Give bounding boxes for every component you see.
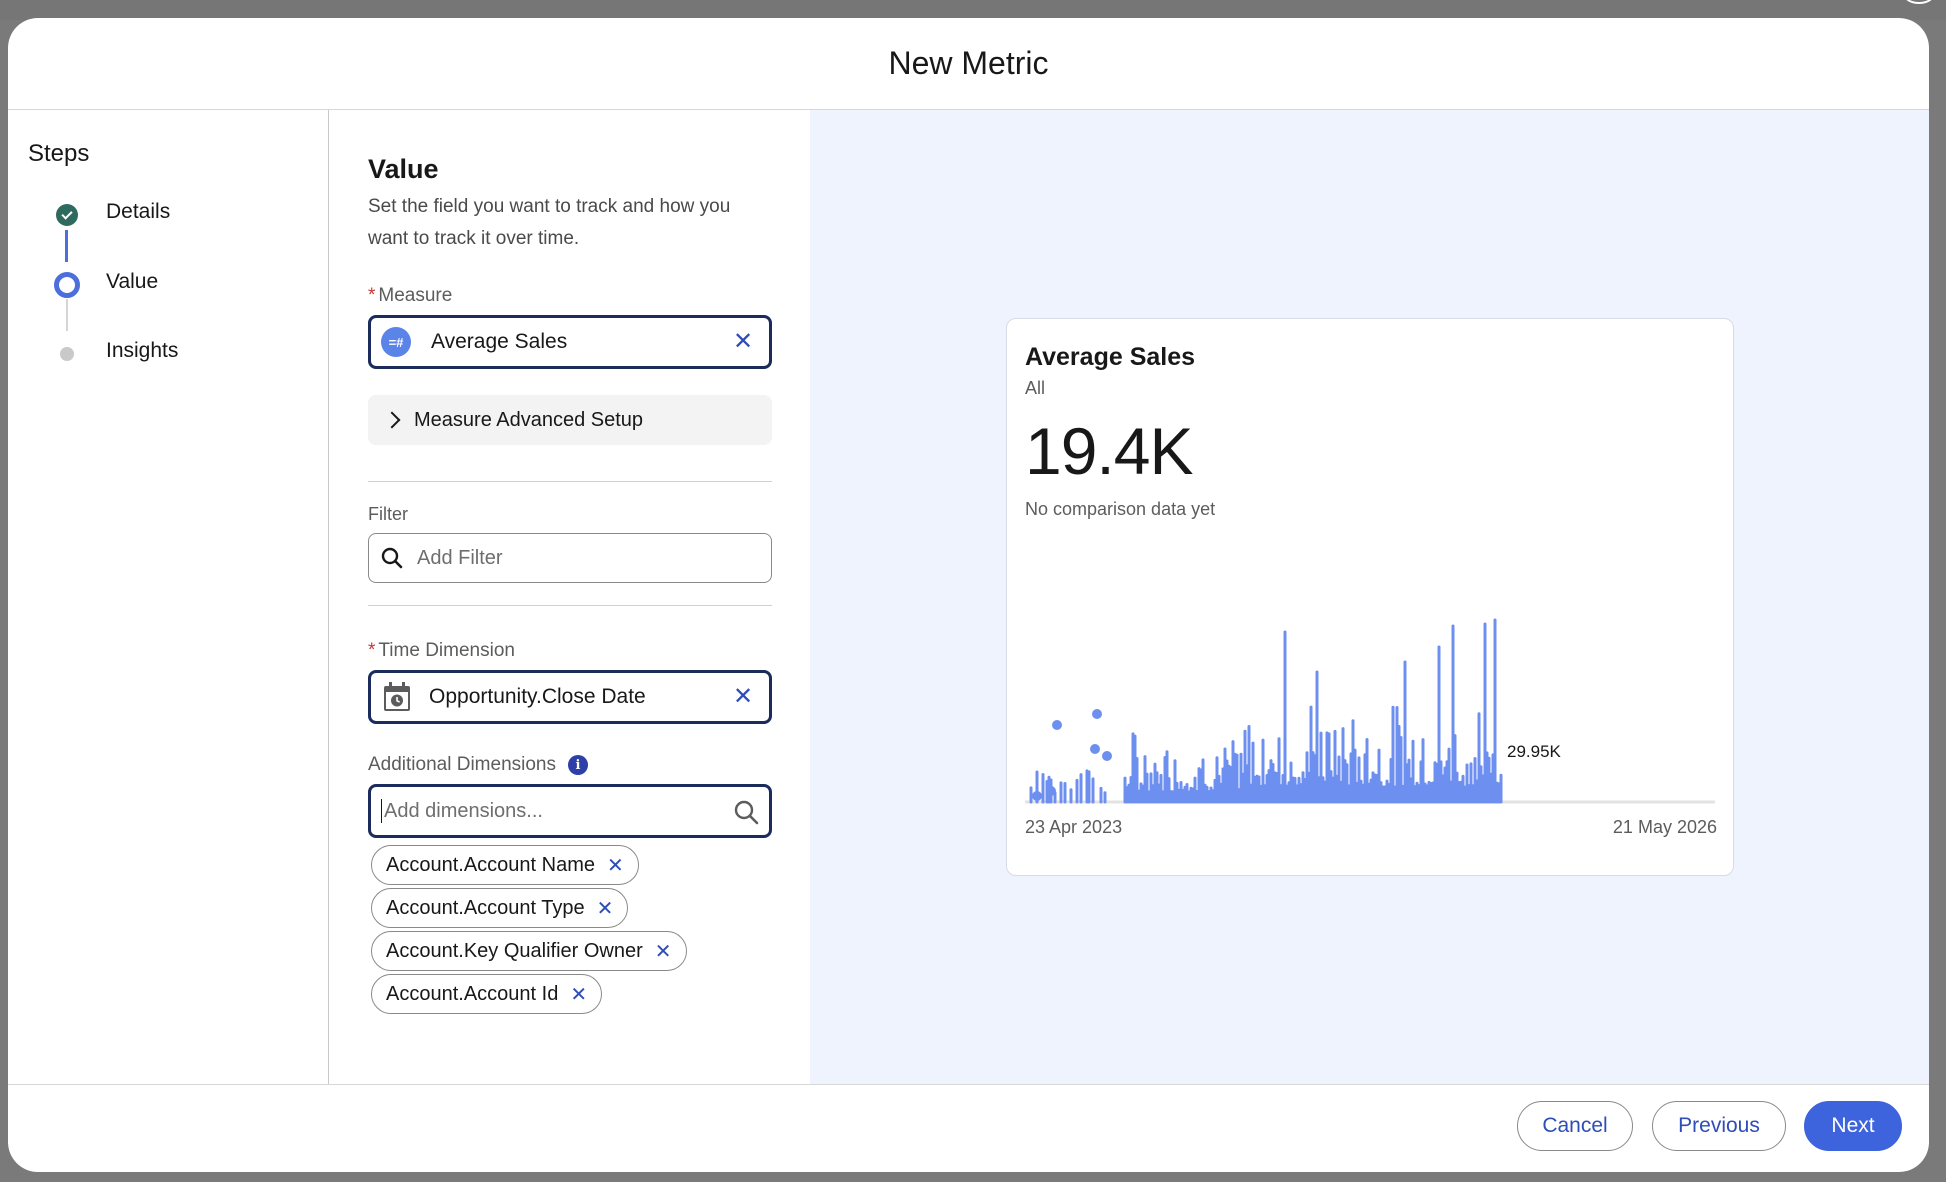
measure-type-icon: =# [381,327,411,357]
series-point [1032,791,1042,801]
additional-dimensions-label: Additional Dimensions [368,754,556,775]
chip-label: Account.Account Id [386,982,559,1005]
filter-placeholder: Add Filter [417,546,503,569]
advanced-setup-label: Measure Advanced Setup [414,408,644,431]
value-form: Value Set the field you want to track an… [330,110,810,1084]
clear-measure-icon[interactable]: ✕ [731,330,755,354]
add-dimensions-placeholder: Add dimensions... [384,799,543,822]
remove-chip-icon[interactable]: ✕ [655,939,672,964]
series-point [1102,751,1112,761]
modal-footer: Cancel Previous Next [8,1084,1929,1172]
measure-value: Average Sales [431,330,568,353]
sparkline-chart: 29.95K [1025,618,1715,804]
remove-chip-icon[interactable]: ✕ [607,853,624,878]
step-insights[interactable]: Insights [28,329,308,399]
new-metric-modal: New Metric Steps Details Value Insights … [8,18,1929,1172]
chip-label: Account.Account Type [386,896,585,919]
search-icon [381,547,403,569]
step-label: Value [106,270,159,293]
last-value-label: 29.95K [1507,742,1562,761]
step-label: Details [106,200,171,223]
time-dimension-field[interactable]: Opportunity.Close Date ✕ [368,670,772,724]
measure-label-text: Measure [378,285,453,306]
calendar-clock-icon [384,682,410,711]
steps-list: Details Value Insights [28,190,328,400]
time-dimension-label: * Time Dimension [368,640,772,662]
series-point [1046,786,1056,796]
add-dimensions-input[interactable]: Add dimensions... [368,784,772,838]
required-indicator: * [368,285,376,306]
filter-input[interactable]: Add Filter [368,533,772,583]
previous-button[interactable]: Previous [1652,1101,1786,1151]
next-button[interactable]: Next [1804,1101,1902,1151]
measure-label: * Measure [368,285,772,307]
current-step-icon [54,272,80,298]
clear-time-dimension-icon[interactable]: ✕ [731,685,755,709]
upcoming-step-icon [60,347,74,361]
sales-series [1029,618,1503,804]
info-icon[interactable]: i [568,755,588,775]
check-circle-icon [56,204,78,226]
remove-chip-icon[interactable]: ✕ [570,982,587,1007]
modal-header: New Metric [8,18,1929,110]
metric-value: 19.4K [1025,414,1193,488]
step-label: Insights [106,339,179,362]
search-icon[interactable] [733,799,759,825]
remove-chip-icon[interactable]: ✕ [597,896,614,921]
series-point [1090,744,1100,754]
comparison-note: No comparison data yet [1025,499,1216,519]
measure-field[interactable]: =# Average Sales ✕ [368,315,772,369]
divider [368,481,772,482]
dimension-chip[interactable]: Account.Account Name ✕ [371,845,639,885]
steps-panel: Steps Details Value Insights [8,110,329,1084]
time-dimension-value: Opportunity.Close Date [429,685,646,708]
metric-preview-card: Average Sales All 19.4K No comparison da… [1006,318,1734,876]
time-dimension-label-text: Time Dimension [378,640,515,661]
modal-title: New Metric [888,45,1049,81]
required-indicator: * [368,640,376,661]
x-axis-end-label: 21 May 2026 [1612,817,1717,837]
metric-title: Average Sales [1025,343,1196,371]
series-point [1052,720,1062,730]
section-description: Set the field you want to track and how … [368,196,731,249]
dimension-chip[interactable]: Account.Key Qualifier Owner ✕ [371,931,687,971]
dimension-chip[interactable]: Account.Account Id ✕ [371,974,603,1014]
backdrop [0,0,1946,20]
step-value[interactable]: Value [28,260,308,330]
section-title: Value [368,154,439,184]
text-caret [381,799,382,823]
steps-title: Steps [28,140,90,167]
dimension-chip[interactable]: Account.Account Type ✕ [371,888,629,928]
metric-preview-panel: Average Sales All 19.4K No comparison da… [810,110,1929,1084]
dimension-chips: Account.Account Name ✕ Account.Account Ty… [368,842,772,1014]
measure-advanced-setup-toggle[interactable]: Measure Advanced Setup [368,395,772,445]
series-point [1092,709,1102,719]
cancel-button[interactable]: Cancel [1517,1101,1633,1151]
filter-label: Filter [368,504,408,524]
chip-label: Account.Key Qualifier Owner [386,939,643,962]
x-axis-start-label: 23 Apr 2023 [1025,817,1123,837]
step-details[interactable]: Details [28,190,308,260]
additional-dimensions-header: Additional Dimensions i [368,754,772,776]
chevron-right-icon [383,411,401,429]
chip-label: Account.Account Name [386,853,595,876]
divider [368,605,772,606]
metric-subtitle: All [1025,378,1046,398]
